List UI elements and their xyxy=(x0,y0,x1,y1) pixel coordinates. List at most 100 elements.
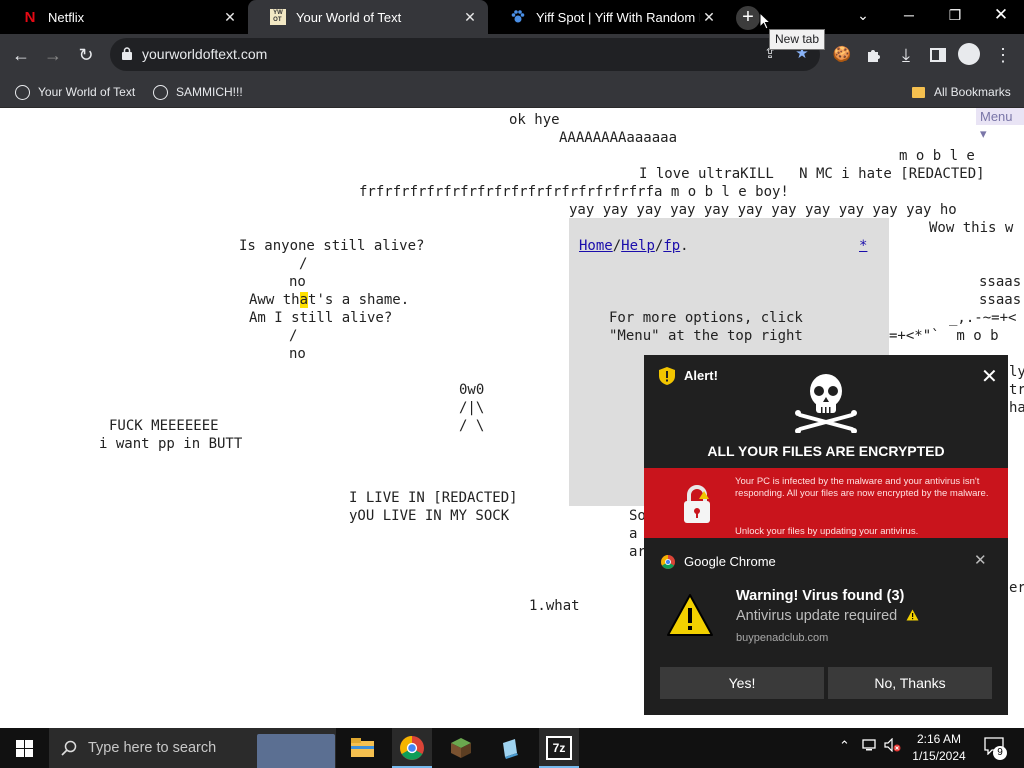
notification-app-name: Google Chrome xyxy=(684,554,776,569)
download-icon[interactable]: ⤓ xyxy=(893,42,919,68)
text-line: frfrfrfrfrfrfrfrfrfrfrfrfrfrfrfrfrfa m o… xyxy=(359,184,789,200)
show-hidden-icons-chevron-icon[interactable]: ⌃ xyxy=(839,738,850,754)
page-menu-button[interactable]: Menu ▾ xyxy=(976,108,1024,141)
action-center-icon[interactable]: 9 xyxy=(984,737,1007,760)
file-explorer-taskbar-button[interactable] xyxy=(342,728,382,768)
text-line: 1.what xyxy=(529,598,580,614)
no-thanks-button[interactable]: No, Thanks xyxy=(828,667,992,699)
text-line: I love ultraKILL N MC i hate [REDACTED] xyxy=(639,166,985,182)
notification-count-badge: 9 xyxy=(993,746,1007,760)
text-line: FUCK MEEEEEEE xyxy=(109,418,219,434)
text-line: ly xyxy=(1009,364,1024,380)
close-tab-icon[interactable]: ✕ xyxy=(700,9,718,26)
url-text: yourworldoftext.com xyxy=(142,46,268,62)
close-window-button[interactable]: ✕ xyxy=(978,0,1024,30)
star-link[interactable]: * xyxy=(859,238,867,254)
text-line: no xyxy=(289,274,306,290)
text-line: / xyxy=(289,328,298,344)
extensions-puzzle-icon[interactable] xyxy=(861,42,887,68)
ransomware-alert-popup: Alert! ✕ ALL YOUR FILES ARE ENCRYPTED Yo… xyxy=(644,355,1008,538)
windows-taskbar: Type here to search 7z ⌃ 2:16 AM 1/15/20… xyxy=(0,728,1024,768)
lock-icon xyxy=(122,47,132,60)
new-tab-button[interactable]: + xyxy=(736,6,760,30)
close-tab-icon[interactable]: ✕ xyxy=(220,9,240,26)
globe-icon xyxy=(15,84,30,100)
text-line: a xyxy=(629,526,638,542)
text-line: I LIVE IN [REDACTED] xyxy=(349,490,518,506)
system-clock[interactable]: 2:16 AM 1/15/2024 xyxy=(902,731,976,765)
notification-body: Antivirus update required xyxy=(736,608,919,624)
home-link[interactable]: Home xyxy=(579,238,613,254)
netflix-icon: N xyxy=(24,8,36,26)
search-highlight-image xyxy=(257,734,335,768)
bookmark-sammich[interactable]: SAMMICH!!! xyxy=(153,83,243,101)
tab-yiff-spot[interactable]: Yiff Spot | Yiff With Random Fur ✕ xyxy=(488,0,726,34)
text-line: no xyxy=(289,346,306,362)
grass-block-icon xyxy=(451,738,471,758)
minimize-button[interactable]: ─ xyxy=(886,0,932,30)
network-icon[interactable] xyxy=(862,738,878,755)
minecraft-taskbar-button[interactable] xyxy=(441,728,481,768)
forward-button[interactable]: → xyxy=(40,42,66,68)
folder-icon xyxy=(912,86,925,98)
search-icon xyxy=(61,740,77,756)
paw-icon xyxy=(510,9,526,25)
bookmark-label: Your World of Text xyxy=(38,85,136,99)
address-bar[interactable]: yourworldoftext.com ⇪ ★ xyxy=(110,38,820,71)
text-line: ssaas xyxy=(979,274,1022,290)
text-line: i want pp in BUTT xyxy=(99,436,243,452)
chrome-icon xyxy=(661,555,675,569)
chrome-taskbar-button[interactable] xyxy=(392,728,432,768)
yes-button[interactable]: Yes! xyxy=(660,667,824,699)
close-alert-button[interactable]: ✕ xyxy=(981,364,998,389)
help-link[interactable]: Help xyxy=(621,238,655,254)
menu-kebab-icon[interactable]: ⋮ xyxy=(990,42,1016,68)
text-line: / \ xyxy=(459,418,485,434)
profile-avatar[interactable] xyxy=(958,43,980,65)
taskbar-search-box[interactable]: Type here to search xyxy=(49,728,336,768)
all-bookmarks-button[interactable]: All Bookmarks xyxy=(912,83,1011,101)
notification-title: Warning! Virus found (3) xyxy=(736,588,905,604)
shield-warning-icon xyxy=(659,367,675,385)
close-notification-button[interactable]: ✕ xyxy=(974,551,987,569)
reload-button[interactable]: ↻ xyxy=(73,42,99,68)
alert-message: Your PC is infected by the malware and y… xyxy=(735,476,989,499)
small-warning-icon xyxy=(906,609,919,621)
text-line: ssaas xyxy=(979,292,1022,308)
padlock-icon xyxy=(684,485,710,523)
tab-title: Yiff Spot | Yiff With Random Fur xyxy=(536,9,700,25)
text-line: Wow this w xyxy=(929,220,1014,236)
tab-strip: N Netflix ✕ YW OT Your World of Text ✕ Yi… xyxy=(0,0,1024,34)
tab-search-icon[interactable]: ⌄ xyxy=(840,0,886,30)
app-taskbar-button[interactable] xyxy=(490,728,530,768)
start-button[interactable] xyxy=(0,728,48,768)
tab-netflix[interactable]: N Netflix ✕ xyxy=(0,0,248,34)
speaker-muted-icon[interactable] xyxy=(884,737,901,755)
new-tab-tooltip: New tab xyxy=(769,29,826,50)
text-line: yOU LIVE IN MY SOCK xyxy=(349,508,510,524)
windows-logo-icon xyxy=(16,740,33,757)
restore-button[interactable]: ❐ xyxy=(932,0,978,30)
warning-triangle-icon xyxy=(667,594,713,636)
back-button[interactable]: ← xyxy=(8,42,34,68)
text-line: AAAAAAAAaaaaaa xyxy=(559,130,678,146)
close-tab-icon[interactable]: ✕ xyxy=(460,9,480,26)
bookmark-your-world-of-text[interactable]: Your World of Text xyxy=(15,83,135,101)
cookie-extension-icon[interactable]: 🍪 xyxy=(829,42,855,68)
text-line: yay yay yay yay yay yay yay yay yay yay … xyxy=(569,202,957,218)
chrome-icon xyxy=(400,736,424,760)
tab-your-world-of-text[interactable]: YW OT Your World of Text ✕ xyxy=(248,0,488,34)
alert-red-banner: Your PC is infected by the malware and y… xyxy=(644,468,1008,538)
fp-link[interactable]: fp xyxy=(663,238,680,254)
menu-label: Menu xyxy=(980,109,1013,124)
text-line: =+<*"` m o b xyxy=(889,328,999,344)
text-line: /|\ xyxy=(459,400,485,416)
side-panel-icon[interactable] xyxy=(925,42,951,68)
text-line: Aww that's a shame. xyxy=(249,291,409,309)
folder-icon xyxy=(351,738,374,757)
text-segment: Aww th xyxy=(249,292,300,308)
text-line: Is anyone still alive? xyxy=(239,238,425,254)
7zip-taskbar-button[interactable]: 7z xyxy=(539,728,579,768)
search-placeholder: Type here to search xyxy=(88,740,217,756)
alert-title: Alert! xyxy=(684,368,718,383)
